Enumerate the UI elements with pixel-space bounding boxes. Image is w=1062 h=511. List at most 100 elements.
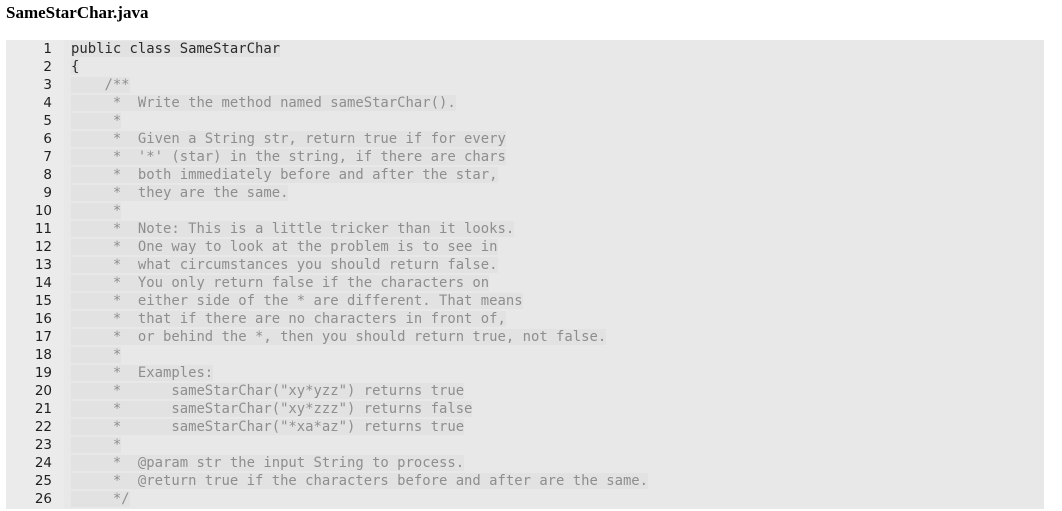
comment-text: * Given a String str, return true if for… xyxy=(71,130,506,148)
line-number: 25 xyxy=(34,473,52,489)
line-text: * or behind the *, then you should retur… xyxy=(71,329,607,345)
code-line: 26 */ xyxy=(6,490,1044,508)
code-text: { xyxy=(71,58,80,76)
comment-text: * '*' (star) in the string, if there are… xyxy=(71,148,506,166)
code-text: public class SameStarChar xyxy=(71,40,281,58)
line-text: * @param str the input String to process… xyxy=(71,455,465,471)
code-line: 13 * what circumstances you should retur… xyxy=(6,256,1044,274)
comment-text: * what circumstances you should return f… xyxy=(71,256,498,274)
line-number: 20 xyxy=(34,383,52,399)
code-line: 6 * Given a String str, return true if f… xyxy=(6,130,1044,148)
line-text: * One way to look at the problem is to s… xyxy=(71,239,498,255)
comment-text: * both immediately before and after the … xyxy=(71,166,498,184)
comment-text: * You only return false if the character… xyxy=(71,274,490,292)
code-lines: 1 public class SameStarChar 2{3 /** 4 * Wri… xyxy=(6,40,1044,508)
comment-text: */ xyxy=(71,490,130,508)
comment-text: /** xyxy=(71,76,130,94)
line-text: /** xyxy=(71,77,130,93)
code-line: 22 * sameStarChar("*xa*az") returns true xyxy=(6,418,1044,436)
line-number: 13 xyxy=(34,257,52,273)
line-text: * sameStarChar("xy*zzz") returns false xyxy=(71,401,473,417)
comment-text: * Examples: xyxy=(71,364,214,382)
comment-text: * either side of the * are different. Th… xyxy=(71,292,523,310)
line-text: * xyxy=(71,203,122,219)
line-number: 14 xyxy=(34,275,52,291)
line-number: 15 xyxy=(34,293,52,309)
line-text: * xyxy=(71,113,122,129)
line-text: */ xyxy=(71,491,130,507)
line-text: * what circumstances you should return f… xyxy=(71,257,498,273)
comment-text: * @return true if the characters before … xyxy=(71,472,649,490)
code-line: 16 * that if there are no characters in … xyxy=(6,310,1044,328)
line-number: 12 xyxy=(34,239,52,255)
line-number: 6 xyxy=(43,131,52,147)
comment-text: * xyxy=(71,346,122,364)
comment-text: * @param str the input String to process… xyxy=(71,454,465,472)
line-number: 9 xyxy=(43,185,52,201)
code-line: 9 * they are the same. xyxy=(6,184,1044,202)
code-line: 12 * One way to look at the problem is t… xyxy=(6,238,1044,256)
comment-text: * they are the same. xyxy=(71,184,289,202)
line-text: { xyxy=(71,59,80,75)
line-text: * Write the method named sameStarChar(). xyxy=(71,95,456,111)
code-line: 20 * sameStarChar("xy*yzz") returns true xyxy=(6,382,1044,400)
line-text: * @return true if the characters before … xyxy=(71,473,649,489)
line-number: 4 xyxy=(43,95,52,111)
line-text: * that if there are no characters in fro… xyxy=(71,311,506,327)
line-number: 18 xyxy=(34,347,52,363)
line-text: * sameStarChar("*xa*az") returns true xyxy=(71,419,465,435)
comment-text: * Note: This is a little tricker than it… xyxy=(71,220,515,238)
line-number: 11 xyxy=(34,221,52,237)
line-number: 16 xyxy=(34,311,52,327)
code-line: 7 * '*' (star) in the string, if there a… xyxy=(6,148,1044,166)
comment-text: * xyxy=(71,112,122,130)
line-number: 22 xyxy=(34,419,52,435)
line-number: 2 xyxy=(43,59,52,75)
line-text: public class SameStarChar xyxy=(71,41,281,57)
code-line: 17 * or behind the *, then you should re… xyxy=(6,328,1044,346)
line-text: * they are the same. xyxy=(71,185,289,201)
line-text: * '*' (star) in the string, if there are… xyxy=(71,149,506,165)
code-line: 11 * Note: This is a little tricker than… xyxy=(6,220,1044,238)
line-text: * You only return false if the character… xyxy=(71,275,490,291)
line-number: 3 xyxy=(43,77,52,93)
code-block: 1 public class SameStarChar 2{3 /** 4 * Wri… xyxy=(6,40,1044,509)
line-text: * sameStarChar("xy*yzz") returns true xyxy=(71,383,465,399)
line-number: 10 xyxy=(34,203,52,219)
code-line: 18 * xyxy=(6,346,1044,364)
line-text: * xyxy=(71,347,122,363)
line-text: * both immediately before and after the … xyxy=(71,167,498,183)
line-text: * Note: This is a little tricker than it… xyxy=(71,221,515,237)
line-number: 24 xyxy=(34,455,52,471)
code-line: 24 * @param str the input String to proc… xyxy=(6,454,1044,472)
code-line: 19 * Examples: xyxy=(6,364,1044,382)
line-number: 19 xyxy=(34,365,52,381)
line-text: * either side of the * are different. Th… xyxy=(71,293,523,309)
code-line: 3 /** xyxy=(6,76,1044,94)
line-number: 26 xyxy=(34,491,52,507)
line-number: 17 xyxy=(34,329,52,345)
comment-text: * that if there are no characters in fro… xyxy=(71,310,506,328)
comment-text: * xyxy=(71,202,122,220)
line-number: 5 xyxy=(43,113,52,129)
code-line: 4 * Write the method named sameStarChar(… xyxy=(6,94,1044,112)
code-line: 21 * sameStarChar("xy*zzz") returns fals… xyxy=(6,400,1044,418)
code-line: 14 * You only return false if the charac… xyxy=(6,274,1044,292)
comment-text: * or behind the *, then you should retur… xyxy=(71,328,607,346)
comment-text: * One way to look at the problem is to s… xyxy=(71,238,498,256)
line-number: 7 xyxy=(43,149,52,165)
line-number: 23 xyxy=(34,437,52,453)
code-line: 10 * xyxy=(6,202,1044,220)
code-line: 1 public class SameStarChar xyxy=(6,40,1044,58)
line-text: * Examples: xyxy=(71,365,214,381)
comment-text: * Write the method named sameStarChar(). xyxy=(71,94,456,112)
comment-text: * sameStarChar("xy*zzz") returns false xyxy=(71,400,473,418)
comment-text: * sameStarChar("*xa*az") returns true xyxy=(71,418,465,436)
line-text: * Given a String str, return true if for… xyxy=(71,131,506,147)
line-number: 1 xyxy=(43,41,52,57)
line-number: 8 xyxy=(43,167,52,183)
comment-text: * xyxy=(71,436,122,454)
line-number: 21 xyxy=(34,401,52,417)
code-line: 15 * either side of the * are different.… xyxy=(6,292,1044,310)
file-title: SameStarChar.java xyxy=(6,3,149,22)
